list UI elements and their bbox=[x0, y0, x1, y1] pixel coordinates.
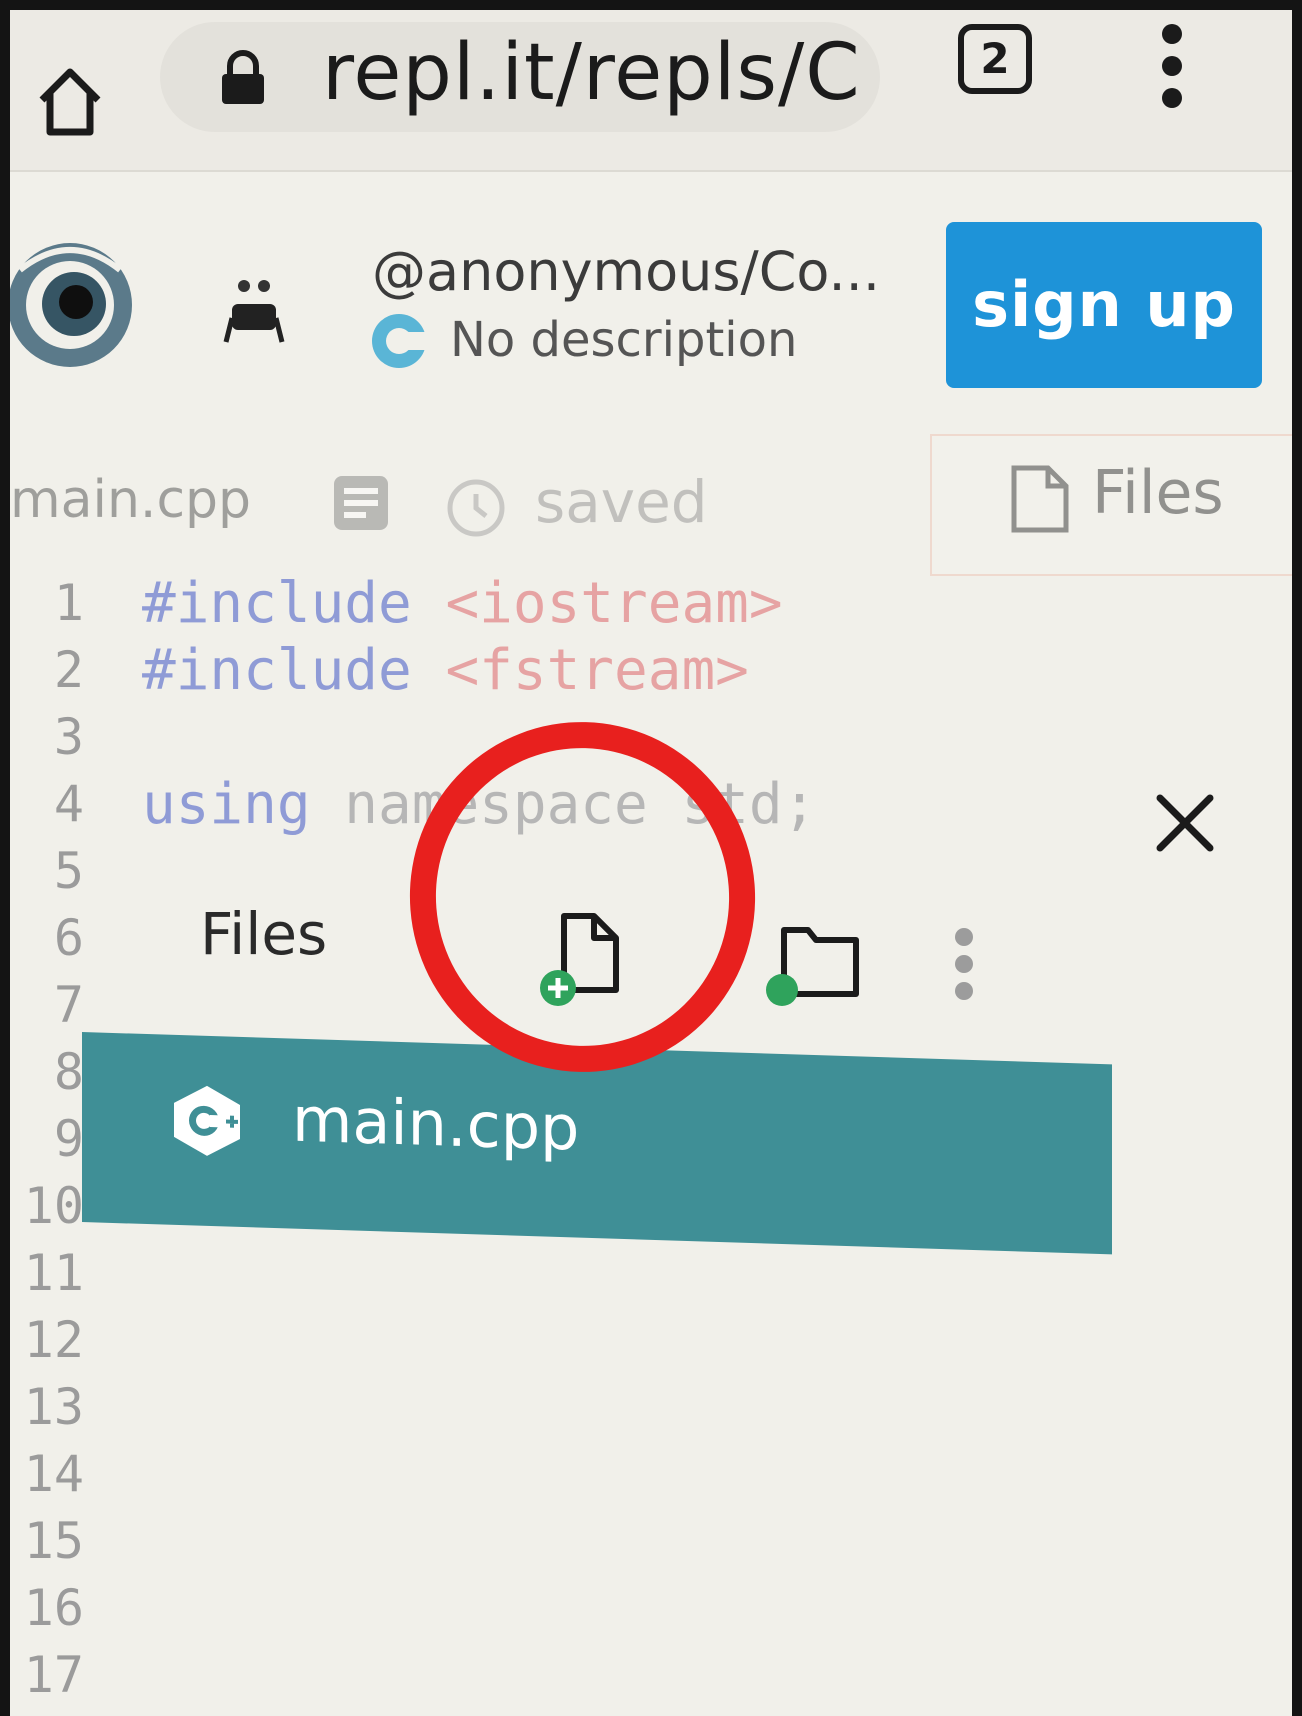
files-tab-button[interactable]: Files bbox=[930, 434, 1292, 576]
line-number: 5 bbox=[53, 842, 84, 900]
line-number-gutter: 1 2 3 4 5 6 7 8 9 10 11 12 13 14 15 16 1… bbox=[10, 570, 90, 1716]
home-icon[interactable] bbox=[30, 60, 110, 140]
replit-logo-icon[interactable] bbox=[10, 230, 140, 380]
cpp-icon bbox=[174, 1085, 240, 1156]
line-number: 6 bbox=[53, 909, 84, 967]
line-number: 2 bbox=[53, 641, 84, 699]
code-token: using bbox=[142, 772, 311, 837]
line-number: 4 bbox=[53, 775, 84, 833]
editor-file-name[interactable]: main.cpp bbox=[10, 470, 251, 530]
editor-tab-bar: main.cpp saved bbox=[10, 450, 910, 537]
lock-icon bbox=[222, 50, 264, 104]
document-icon[interactable] bbox=[332, 474, 390, 532]
avatar bbox=[223, 280, 285, 343]
tabs-count-button[interactable]: 2 bbox=[958, 24, 1032, 94]
url-text[interactable]: repl.it/repls/C bbox=[322, 28, 861, 118]
code-token: <iostream> bbox=[445, 571, 783, 636]
phone-screen: repl.it/repls/C 2 @anonymous/Co... No de… bbox=[10, 10, 1292, 1716]
save-status: saved bbox=[535, 468, 708, 536]
overflow-menu-icon[interactable] bbox=[1150, 18, 1194, 108]
line-number: 9 bbox=[53, 1110, 84, 1168]
code-line: #include <fstream> bbox=[142, 637, 816, 704]
line-number: 11 bbox=[23, 1244, 84, 1302]
code-token: #include bbox=[142, 571, 412, 636]
sign-up-button[interactable]: sign up bbox=[946, 222, 1262, 388]
repl-title[interactable]: @anonymous/Co... bbox=[372, 240, 880, 303]
code-token: #include bbox=[142, 638, 412, 703]
line-number: 1 bbox=[53, 574, 84, 632]
history-icon bbox=[447, 479, 505, 537]
line-number: 17 bbox=[23, 1646, 84, 1704]
file-icon bbox=[1011, 465, 1069, 533]
line-number: 16 bbox=[23, 1579, 84, 1637]
close-icon[interactable] bbox=[1150, 788, 1220, 858]
files-panel-menu-icon[interactable] bbox=[952, 928, 976, 1006]
line-number: 15 bbox=[23, 1512, 84, 1570]
new-folder-icon[interactable] bbox=[762, 910, 862, 1010]
line-number: 14 bbox=[23, 1445, 84, 1503]
c-language-icon bbox=[372, 314, 428, 368]
browser-toolbar: repl.it/repls/C 2 bbox=[10, 10, 1292, 172]
line-number: 10 bbox=[23, 1177, 84, 1235]
file-name: main.cpp bbox=[292, 1082, 580, 1165]
code-line: #include <iostream> bbox=[142, 570, 816, 637]
files-panel-title: Files bbox=[200, 900, 328, 968]
line-number: 13 bbox=[23, 1378, 84, 1436]
line-number: 3 bbox=[53, 708, 84, 766]
code-token: <fstream> bbox=[445, 638, 749, 703]
line-number: 7 bbox=[53, 976, 84, 1034]
line-number: 8 bbox=[53, 1043, 84, 1101]
line-number: 12 bbox=[23, 1311, 84, 1369]
repl-description: No description bbox=[450, 312, 798, 368]
files-tab-label: Files bbox=[1092, 458, 1224, 528]
